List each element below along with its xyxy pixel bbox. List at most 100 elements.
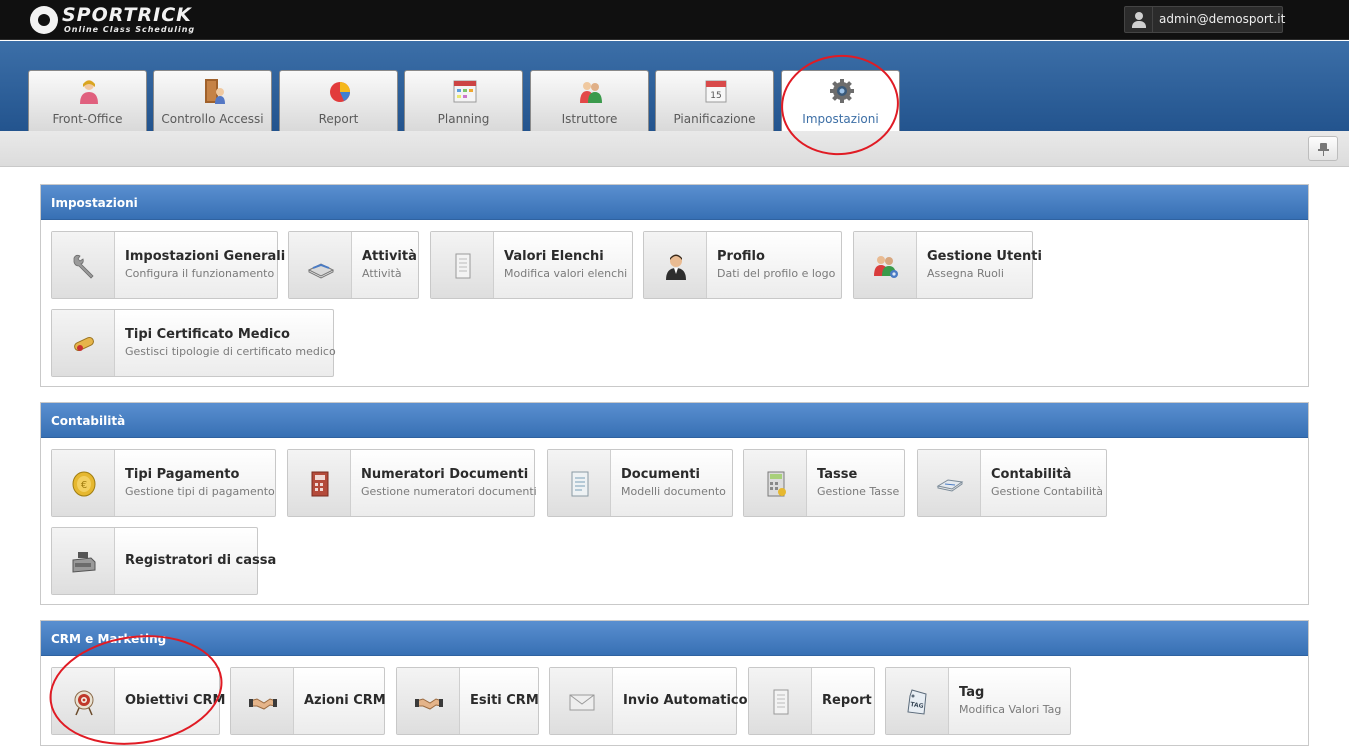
card-title: Gestione Utenti [927,249,1042,264]
user-icon [1125,7,1153,32]
section-contabilita: Contabilità € Tipi Pagamento Gestione ti… [40,402,1309,605]
card-subtitle: Gestione Tasse [817,485,900,498]
tab-report[interactable]: Report [279,70,398,131]
card-title: Contabilità [991,467,1072,482]
section-impostazioni: Impostazioni Impostazioni Generali Confi… [40,184,1309,387]
user-email: admin@demosport.it [1159,12,1286,26]
card-obiettivi-crm[interactable]: Obiettivi CRM [51,667,225,735]
report-document-icon [767,688,795,716]
card-subtitle: Gestisci tipologie di certificato medico [125,345,336,358]
tab-istruttore[interactable]: Istruttore [530,70,649,131]
target-icon [70,688,98,716]
card-gestione-utenti[interactable]: Gestione Utenti Assegna Ruoli [853,231,1042,299]
document-icon [566,470,594,498]
card-title: Attività [362,249,417,264]
card-tag[interactable]: TAG Tag Modifica Valori Tag [885,667,1071,735]
tag-icon: TAG [904,688,932,716]
tab-label: Pianificazione [673,112,756,126]
tab-controllo-accessi[interactable]: Controllo Accessi [153,70,272,131]
card-title: Tipi Pagamento [125,467,240,482]
module-tabs-bar: Front-Office Controllo Accessi Report Pl… [0,41,1349,132]
card-title: Esiti CRM [470,693,539,708]
card-tipi-pagamento[interactable]: € Tipi Pagamento Gestione tipi di pagame… [51,449,276,517]
card-subtitle: Gestione tipi di pagamento [125,485,275,498]
coin-icon: € [70,470,98,498]
card-title: Impostazioni Generali [125,249,286,264]
cash-register-icon [70,548,98,576]
card-subtitle: Gestione numeratori documenti [361,485,537,498]
handshake-icon [249,688,277,716]
instructor-icon [580,82,602,103]
card-numeratori-documenti[interactable]: Numeratori Documenti Gestione numeratori… [287,449,537,517]
card-title: Profilo [717,249,765,264]
door-access-icon [205,79,225,104]
envelope-icon [568,688,596,716]
card-title: Documenti [621,467,700,482]
top-bar: SPORTRICK Online Class Scheduling admin@… [0,0,1349,40]
card-attivita[interactable]: Attività Attività [288,231,419,299]
logo-tagline: Online Class Scheduling [64,25,196,34]
numbered-document-icon [306,470,334,498]
card-tasse[interactable]: Tasse Gestione Tasse [743,449,905,517]
card-esiti-crm[interactable]: Esiti CRM [396,667,539,735]
tab-label: Report [318,112,359,126]
tab-pianificazione[interactable]: 15 Pianificazione [655,70,774,131]
card-title: Numeratori Documenti [361,467,529,482]
tab-front-office[interactable]: Front-Office [28,70,147,131]
calendar-day-number: 15 [710,91,721,101]
card-title: Obiettivi CRM [125,693,226,708]
profile-person-icon [662,252,690,280]
card-title: Valori Elenchi [504,249,604,264]
card-subtitle: Modifica valori elenchi [504,267,628,280]
card-title: Tag [959,685,985,700]
card-title: Azioni CRM [304,693,386,708]
user-account-button[interactable]: admin@demosport.it [1124,6,1286,33]
card-subtitle: Gestione Contabilità [991,485,1103,498]
section-title: Impostazioni [41,185,1308,220]
scroll-certificate-icon [70,330,98,358]
tab-label: Planning [437,112,490,126]
svg-text:€: € [81,480,87,491]
card-profilo[interactable]: Profilo Dati del profilo e logo [643,231,842,299]
calculator-icon [762,470,790,498]
list-document-icon [449,252,477,280]
section-title: Contabilità [41,403,1308,438]
card-title: Tasse [817,467,858,482]
card-valori-elenchi[interactable]: Valori Elenchi Modifica valori elenchi [430,231,633,299]
book-icon [307,252,335,280]
card-registratori-di-cassa[interactable]: Registratori di cassa [51,527,276,595]
card-azioni-crm[interactable]: Azioni CRM [230,667,386,735]
card-title: Invio Automatico [623,693,748,708]
sportrick-logo[interactable]: SPORTRICK Online Class Scheduling [30,4,220,36]
card-invio-automatico[interactable]: Invio Automatico [549,667,748,735]
pin-button[interactable] [1308,136,1338,161]
card-subtitle: Configura il funzionamento [125,267,275,280]
pie-chart-icon [330,82,350,102]
card-documenti[interactable]: Documenti Modelli documento [547,449,733,517]
front-office-icon [80,80,98,104]
handshake-icon [415,688,443,716]
tab-label: Istruttore [561,112,618,126]
tab-impostazioni[interactable]: Impostazioni [781,70,900,132]
tab-label: Front-Office [52,112,123,126]
tab-planning[interactable]: Planning [404,70,523,131]
card-tipi-certificato-medico[interactable]: Tipi Certificato Medico Gestisci tipolog… [51,309,336,377]
card-subtitle: Modifica Valori Tag [959,703,1062,716]
card-contabilita[interactable]: Contabilità Gestione Contabilità [917,449,1107,517]
section-title: CRM e Marketing [41,621,1308,656]
card-subtitle: Modelli documento [621,485,726,498]
card-title: Report [822,693,872,708]
wrench-icon [70,252,98,280]
logo-mark-icon [30,6,58,34]
settings-gear-icon [830,79,854,103]
card-impostazioni-generali[interactable]: Impostazioni Generali Configura il funzi… [51,231,285,299]
card-subtitle: Dati del profilo e logo [717,267,836,280]
card-report[interactable]: Report [748,667,875,735]
tab-label: Impostazioni [802,112,879,126]
calendar-day-icon: 15 [705,80,727,103]
card-title: Tipi Certificato Medico [125,327,290,342]
calendar-grid-icon [453,80,477,103]
ledger-icon [936,470,964,498]
card-subtitle: Attività [362,267,402,280]
tab-label: Controllo Accessi [161,112,264,126]
